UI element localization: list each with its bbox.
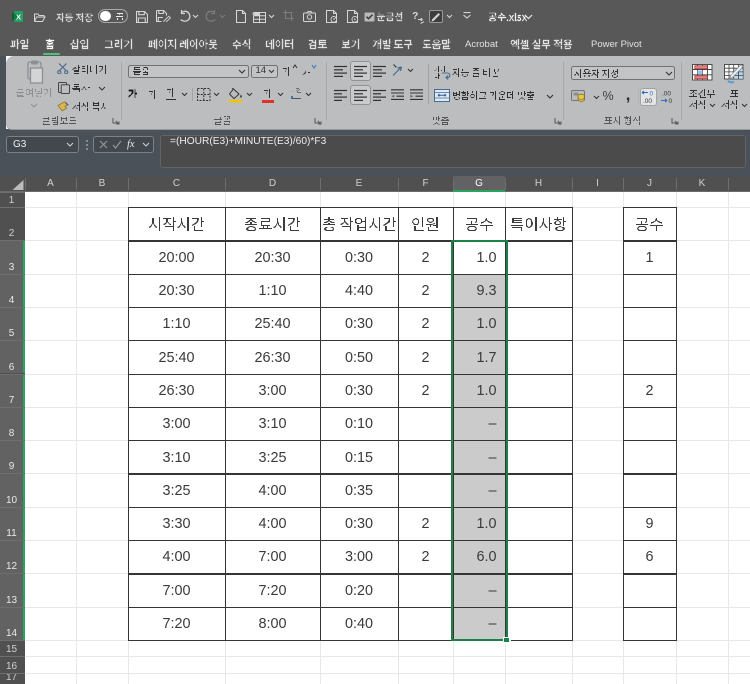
svg-text:0: 0 xyxy=(669,98,673,104)
svg-text:0: 0 xyxy=(650,91,654,98)
svg-text:.00: .00 xyxy=(662,91,671,98)
svg-text:X: X xyxy=(16,13,21,22)
svg-text:.00: .00 xyxy=(643,98,652,104)
